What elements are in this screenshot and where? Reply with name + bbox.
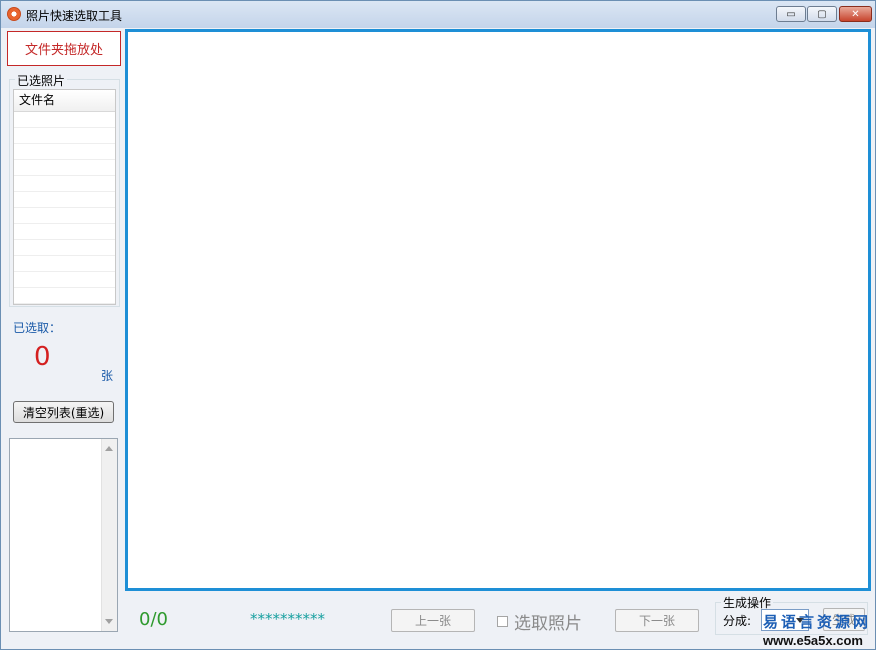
clear-list-button[interactable]: 清空列表(重选) bbox=[13, 401, 114, 423]
list-row[interactable] bbox=[14, 208, 115, 224]
scroll-up-arrow-icon[interactable] bbox=[105, 446, 113, 451]
minimize-button[interactable]: ▭ bbox=[776, 6, 806, 22]
list-row[interactable] bbox=[14, 224, 115, 240]
title-bar[interactable]: 照片快速选取工具 ▭ ▢ ✕ bbox=[1, 1, 875, 28]
select-photo-label: 选取照片 bbox=[514, 614, 582, 634]
list-row[interactable] bbox=[14, 112, 115, 128]
split-label: 分成: bbox=[723, 614, 752, 628]
list-row[interactable] bbox=[14, 240, 115, 256]
close-button[interactable]: ✕ bbox=[839, 6, 872, 22]
list-row[interactable] bbox=[14, 160, 115, 176]
list-row[interactable] bbox=[14, 272, 115, 288]
app-icon bbox=[7, 7, 21, 21]
selected-photos-group-label: 已选照片 bbox=[15, 72, 68, 89]
scroll-down-arrow-icon[interactable] bbox=[105, 619, 113, 624]
folder-drop-zone[interactable]: 文件夹拖放处 bbox=[7, 31, 121, 66]
list-row[interactable] bbox=[14, 144, 115, 160]
app-window: 照片快速选取工具 ▭ ▢ ✕ 文件夹拖放处 已选照片 文件名 已选取： 0 张 … bbox=[0, 0, 876, 650]
next-photo-button[interactable]: 下一张 bbox=[615, 609, 699, 632]
filename-display: ********** bbox=[250, 610, 325, 628]
selected-count-label: 已选取： bbox=[13, 321, 62, 335]
previous-photo-button[interactable]: 上一张 bbox=[391, 609, 475, 632]
checkbox-box[interactable] bbox=[497, 616, 508, 627]
list-row[interactable] bbox=[14, 176, 115, 192]
log-textarea[interactable] bbox=[9, 438, 118, 632]
list-row[interactable] bbox=[14, 192, 115, 208]
selected-count-value: 0 bbox=[34, 342, 51, 372]
watermark-text: 易语言资源网 bbox=[763, 613, 872, 631]
list-row[interactable] bbox=[14, 288, 115, 304]
filename-column-header[interactable]: 文件名 bbox=[14, 90, 115, 112]
log-scrollbar[interactable] bbox=[101, 439, 117, 631]
selected-file-list[interactable]: 文件名 bbox=[13, 89, 116, 305]
site-watermark: 易语言资源网 www.e5a5x.com bbox=[763, 611, 873, 648]
photo-index: 0/0 bbox=[139, 609, 168, 630]
list-row[interactable] bbox=[14, 128, 115, 144]
selected-count-unit: 张 bbox=[101, 369, 114, 383]
window-title: 照片快速选取工具 bbox=[26, 9, 123, 23]
photo-viewer[interactable] bbox=[125, 29, 871, 591]
select-photo-checkbox[interactable]: 选取照片 bbox=[497, 609, 582, 634]
watermark-url: www.e5a5x.com bbox=[763, 633, 863, 648]
maximize-button[interactable]: ▢ bbox=[807, 6, 837, 22]
list-row[interactable] bbox=[14, 256, 115, 272]
